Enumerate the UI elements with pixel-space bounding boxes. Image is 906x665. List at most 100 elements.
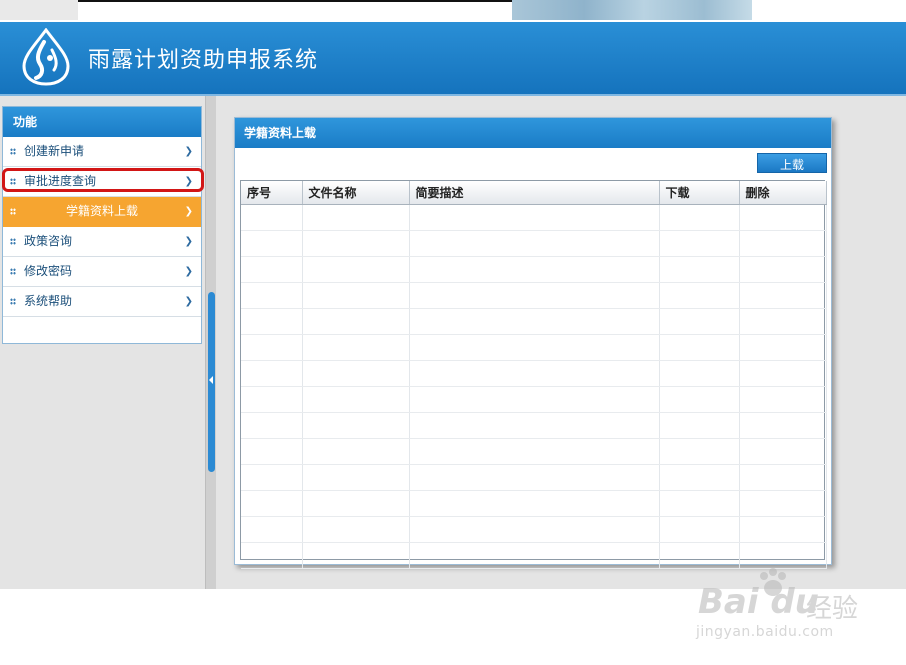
- upload-button[interactable]: 上载: [757, 153, 827, 173]
- column-header-filename[interactable]: 文件名称: [302, 181, 410, 205]
- table-cell: [739, 542, 827, 569]
- table-cell: [739, 438, 827, 465]
- table-cell: [659, 204, 740, 231]
- table-body: [241, 204, 827, 569]
- panel-title: 学籍资料上载: [235, 118, 831, 148]
- table-cell: [409, 542, 660, 569]
- chevron-right-icon: ❯: [184, 176, 193, 187]
- table-row: [241, 438, 827, 465]
- table-row: [241, 308, 827, 335]
- collapse-sidebar-handle[interactable]: [208, 292, 215, 472]
- table-cell: [409, 386, 660, 413]
- chevron-right-icon: ❯: [184, 266, 193, 277]
- table-cell: [302, 334, 410, 361]
- sidebar-item-label: 修改密码: [24, 264, 73, 278]
- table-cell: [409, 490, 660, 517]
- sidebar-item-student-records-upload[interactable]: 学籍资料上载 ❯: [3, 197, 201, 227]
- table-cell: [241, 360, 303, 387]
- table-cell: [409, 256, 660, 283]
- top-divider: [78, 0, 512, 2]
- browser-tab-fragment: [0, 0, 78, 20]
- app-header: 雨露计划资助申报系统: [0, 22, 906, 96]
- table-cell: [302, 412, 410, 439]
- table-cell: [659, 516, 740, 543]
- table-cell: [241, 412, 303, 439]
- table-cell: [659, 256, 740, 283]
- sidebar-splitter: [205, 96, 216, 589]
- table-cell: [659, 282, 740, 309]
- baidu-jingyan-watermark: Bai du 经验 jingyan.baidu.com: [694, 568, 864, 648]
- table-cell: [241, 542, 303, 569]
- files-table: 序号 文件名称 简要描述 下载 删除: [240, 180, 827, 569]
- sidebar-item-label: 学籍资料上载: [65, 204, 138, 218]
- table-row: [241, 334, 827, 361]
- table-cell: [302, 464, 410, 491]
- top-strip: [0, 0, 906, 22]
- app-title: 雨露计划资助申报系统: [88, 48, 319, 73]
- watermark-logo-text: Bai du: [698, 582, 819, 622]
- sidebar-item-label: 审批进度查询: [24, 174, 97, 188]
- chevron-right-icon: ❯: [184, 236, 193, 247]
- column-header-delete[interactable]: 删除: [739, 181, 827, 205]
- table-cell: [409, 412, 660, 439]
- sidebar-item-change-password[interactable]: 修改密码 ❯: [3, 257, 201, 287]
- table-cell: [241, 490, 303, 517]
- table-cell: [302, 386, 410, 413]
- table-cell: [739, 308, 827, 335]
- table-cell: [409, 464, 660, 491]
- sidebar-heading: 功能: [3, 107, 201, 137]
- table-cell: [302, 282, 410, 309]
- table-cell: [739, 386, 827, 413]
- sidebar-item-system-help[interactable]: 系统帮助 ❯: [3, 287, 201, 317]
- upload-panel: 学籍资料上载 上载 序号 文件名称 简要描述 下载 删除: [234, 117, 832, 569]
- sidebar-item-label: 系统帮助: [24, 294, 73, 308]
- table-cell: [302, 308, 410, 335]
- arrow-left-icon: [209, 376, 213, 384]
- sidebar-item-label: 政策咨询: [24, 234, 73, 248]
- table-cell: [739, 360, 827, 387]
- table-cell: [302, 542, 410, 569]
- sidebar-item-label: 创建新申请: [24, 144, 85, 158]
- table-row: [241, 490, 827, 517]
- table-cell: [659, 464, 740, 491]
- table-cell: [739, 204, 827, 231]
- table-cell: [659, 438, 740, 465]
- table-cell: [302, 230, 410, 257]
- table-row: [241, 204, 827, 231]
- table-cell: [739, 334, 827, 361]
- watermark-url: jingyan.baidu.com: [696, 624, 834, 640]
- table-cell: [659, 230, 740, 257]
- sidebar-item-policy-consult[interactable]: 政策咨询 ❯: [3, 227, 201, 257]
- table-row: [241, 386, 827, 413]
- table-row: [241, 412, 827, 439]
- table-row: [241, 256, 827, 283]
- sidebar-item-create-application[interactable]: 创建新申请 ❯: [3, 137, 201, 167]
- table-cell: [302, 360, 410, 387]
- table-cell: [302, 490, 410, 517]
- table-cell: [739, 412, 827, 439]
- column-header-description[interactable]: 简要描述: [409, 181, 660, 205]
- table-row: [241, 516, 827, 543]
- table-cell: [409, 204, 660, 231]
- function-sidebar: 功能 创建新申请 ❯ 审批进度查询 ❯ 学籍资料上载 ❯ 政策咨询 ❯ 修改密码…: [2, 106, 202, 344]
- table-cell: [241, 230, 303, 257]
- table-row: [241, 360, 827, 387]
- grip-dots-icon: [10, 148, 16, 155]
- table-cell: [739, 230, 827, 257]
- table-cell: [302, 516, 410, 543]
- table-cell: [659, 490, 740, 517]
- column-header-index[interactable]: 序号: [241, 181, 303, 205]
- table-cell: [302, 204, 410, 231]
- table-cell: [302, 256, 410, 283]
- table-cell: [659, 542, 740, 569]
- table-cell: [739, 490, 827, 517]
- table-cell: [659, 334, 740, 361]
- table-cell: [409, 438, 660, 465]
- table-cell: [241, 282, 303, 309]
- table-cell: [409, 360, 660, 387]
- table-cell: [241, 334, 303, 361]
- chevron-right-icon: ❯: [184, 146, 193, 157]
- column-header-download[interactable]: 下载: [659, 181, 740, 205]
- sidebar-item-approval-progress[interactable]: 审批进度查询 ❯: [3, 167, 201, 197]
- table-row: [241, 464, 827, 491]
